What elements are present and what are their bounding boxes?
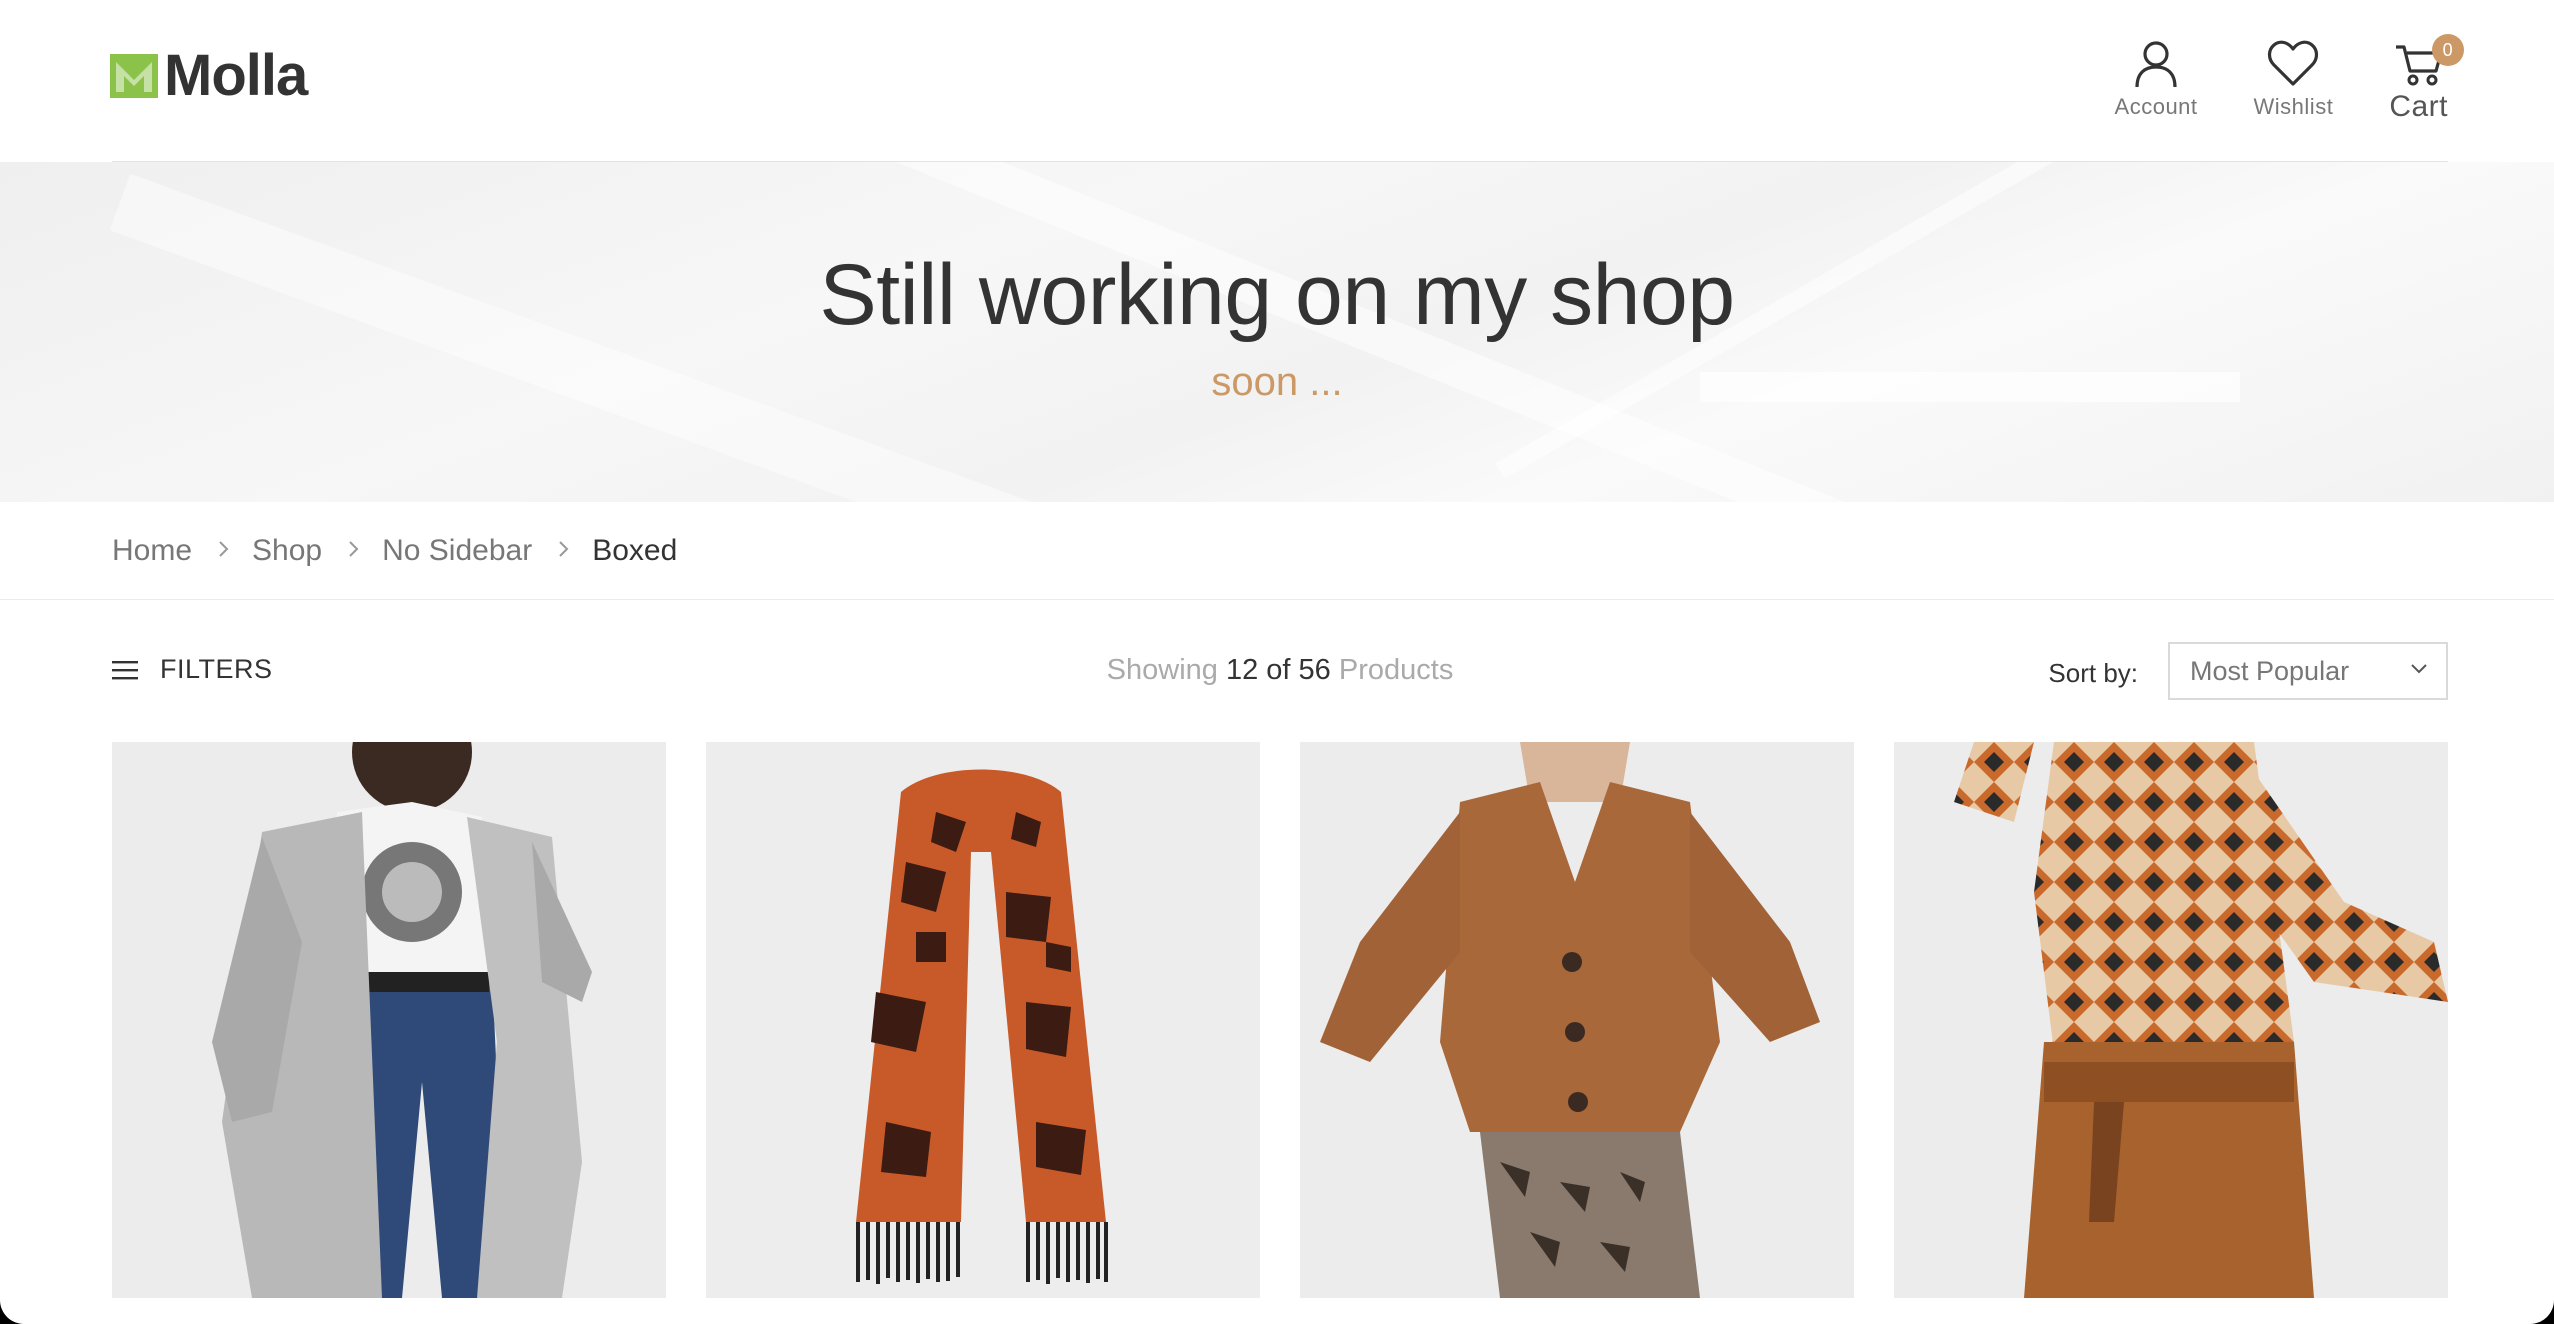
- product-image-geometric-turtleneck: [1894, 742, 2448, 1298]
- product-card[interactable]: [1300, 742, 1854, 1298]
- product-image-grey-cardigan: [112, 742, 666, 1298]
- breadcrumb-no-sidebar[interactable]: No Sidebar: [382, 534, 532, 568]
- heart-icon: [2268, 40, 2319, 86]
- product-image-snake-scarf: [706, 742, 1260, 1298]
- page-title: Still working on my shop: [819, 247, 1735, 343]
- logo-mark-icon: [110, 54, 158, 98]
- page-subtitle: soon ...: [1211, 360, 1343, 404]
- cart-link[interactable]: 0 Cart: [2389, 34, 2464, 128]
- product-card[interactable]: [706, 742, 1260, 1298]
- filters-button[interactable]: FILTERS: [112, 654, 273, 685]
- page: Molla Account Wishlist 0 Cart Still work…: [0, 0, 2554, 1324]
- page-hero: Still working on my shop soon ...: [0, 162, 2554, 502]
- breadcrumb: Home Shop No Sidebar Boxed: [0, 502, 2554, 600]
- results-suffix: Products: [1338, 654, 1454, 686]
- chevron-right-icon: [558, 537, 570, 565]
- sort-label: Sort by:: [2048, 658, 2138, 688]
- user-icon: [2135, 41, 2177, 88]
- menu-icon: [112, 660, 138, 679]
- product-card[interactable]: [1894, 742, 2448, 1298]
- chevron-down-icon: [2411, 664, 2427, 674]
- filters-label: FILTERS: [160, 654, 273, 684]
- chevron-right-icon: [218, 537, 230, 565]
- account-link[interactable]: Account: [2115, 38, 2198, 128]
- results-prefix: Showing: [1106, 654, 1218, 686]
- sort-value: Most Popular: [2190, 655, 2350, 686]
- chevron-right-icon: [348, 537, 360, 565]
- product-card[interactable]: [112, 742, 666, 1298]
- cart-label: Cart: [2389, 90, 2448, 123]
- product-image-brown-cardigan: [1300, 742, 1854, 1298]
- wishlist-label: Wishlist: [2253, 94, 2334, 119]
- sort-select[interactable]: Most Popular: [2168, 642, 2448, 700]
- site-header: Molla Account Wishlist 0 Cart: [0, 0, 2554, 162]
- logo[interactable]: Molla: [110, 43, 308, 108]
- account-label: Account: [2114, 94, 2198, 119]
- breadcrumb-current: Boxed: [592, 533, 678, 567]
- breadcrumb-home[interactable]: Home: [112, 534, 192, 568]
- results-number: 12 of 56: [1225, 654, 1331, 686]
- logo-text: Molla: [164, 43, 308, 108]
- header-actions: Account Wishlist 0 Cart: [2059, 34, 2464, 128]
- cart-count-badge: 0: [2431, 34, 2464, 66]
- breadcrumb-shop[interactable]: Shop: [252, 534, 322, 568]
- wishlist-link[interactable]: Wishlist: [2254, 38, 2334, 128]
- product-grid: [112, 742, 2448, 1298]
- shop-toolbar: FILTERS Showing 12 of 56 Products Sort b…: [112, 640, 2448, 702]
